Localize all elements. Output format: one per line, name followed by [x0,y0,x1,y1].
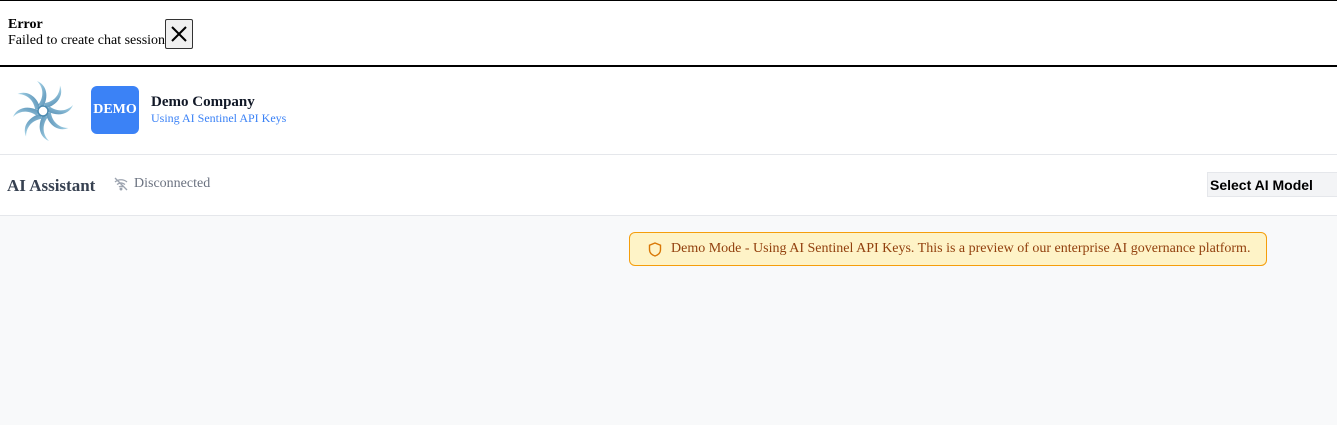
notice-text: Demo Mode - Using AI Sentinel API Keys. … [671,241,1251,256]
connection-status: Disconnected [113,176,210,192]
error-message: Failed to create chat session [8,33,166,48]
assistant-title: AI Assistant [7,176,96,195]
close-icon [171,26,187,42]
status-text: Disconnected [134,176,211,191]
error-title: Error [8,17,43,32]
demo-badge: DEMO [91,86,139,134]
company-header: DEMO Demo Company Using AI Sentinel API … [0,67,1337,155]
company-subtitle: Using AI Sentinel API Keys [151,111,287,125]
assistant-header: AI Assistant Disconnected Select AI Mode… [0,155,1337,216]
error-banner: Error Failed to create chat session [0,0,1337,67]
error-text: Error Failed to create chat session [8,17,165,49]
company-name: Demo Company [151,94,255,110]
pinwheel-logo [13,81,73,141]
shield-icon [648,241,662,257]
wifi-off-icon [114,177,128,191]
close-button[interactable] [165,19,193,49]
demo-mode-notice: Demo Mode - Using AI Sentinel API Keys. … [629,232,1267,266]
model-select[interactable]: Select AI Model [1207,172,1337,197]
